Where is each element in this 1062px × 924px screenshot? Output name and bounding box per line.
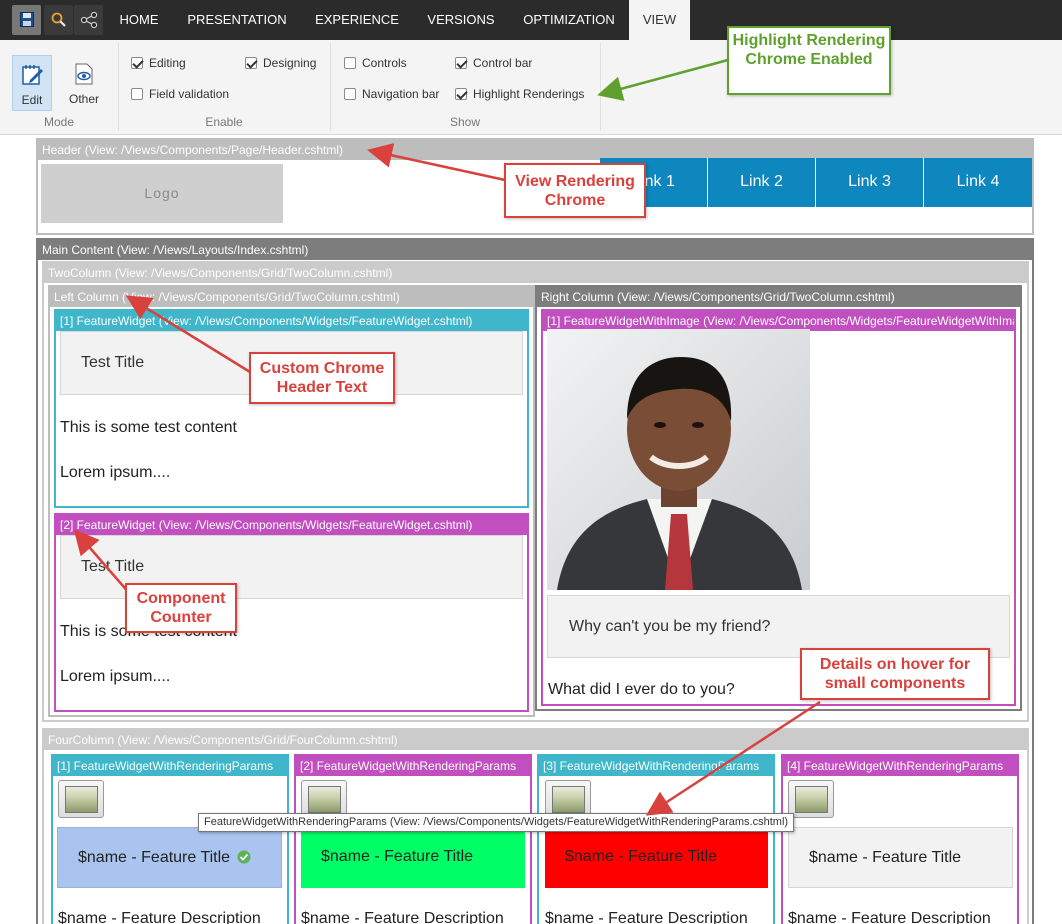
rp-widget-3-title: $name - Feature Title [545, 827, 768, 888]
hover-tooltip: FeatureWidgetWithRenderingParams (View: … [198, 813, 795, 832]
nav-link-2[interactable]: Link 2 [708, 158, 816, 207]
rp-widget-2-chrome-bar[interactable]: [2] FeatureWidgetWithRenderingParams [296, 756, 530, 776]
editing-checkbox[interactable]: Editing [131, 56, 186, 72]
other-label: Other [68, 92, 99, 106]
checkbox-unchecked-icon [131, 88, 143, 100]
editing-label: Editing [149, 56, 186, 70]
image-widget-body: What did I ever do to you? [548, 681, 735, 698]
callout-view-rendering: View Rendering Chrome [504, 163, 646, 218]
save-icon [19, 12, 34, 27]
feature-widget-1-chrome-bar[interactable]: [1] FeatureWidget (View: /Views/Componen… [56, 311, 527, 331]
callout-hover-details: Details on hover for small components [800, 648, 990, 700]
person-photo [547, 329, 810, 590]
field-validation-checkbox[interactable]: Field validation [131, 87, 229, 103]
callout-custom-header: Custom Chrome Header Text [249, 352, 395, 404]
header-chrome-bar[interactable]: Header (View: /Views/Components/Page/Hea… [38, 140, 1032, 160]
tab-optimization[interactable]: OPTIMIZATION [514, 0, 624, 40]
rp-widget-2-title: $name - Feature Title [301, 827, 525, 888]
right-column-chrome-bar[interactable]: Right Column (View: /Views/Components/Gr… [537, 287, 1020, 307]
checkbox-unchecked-icon [344, 88, 356, 100]
check-circle-icon [237, 850, 251, 864]
highlight-renderings-label: Highlight Renderings [473, 87, 585, 101]
tab-experience[interactable]: EXPERIENCE [304, 0, 410, 40]
rp-widget-4-chrome-bar[interactable]: [4] FeatureWidgetWithRenderingParams [783, 756, 1017, 776]
other-button[interactable]: Other [64, 55, 104, 111]
person-portrait-image [547, 329, 810, 590]
field-validation-label: Field validation [149, 87, 230, 101]
control-bar-checkbox[interactable]: Control bar [455, 56, 532, 72]
four-column-chrome-bar[interactable]: FourColumn (View: /Views/Components/Grid… [44, 730, 1027, 750]
checkbox-checked-icon [455, 57, 467, 69]
navigation-bar-checkbox[interactable]: Navigation bar [344, 87, 439, 103]
checkbox-checked-icon [245, 57, 257, 69]
rp-widget-1-title: $name - Feature Title [57, 827, 282, 888]
save-button[interactable] [12, 5, 41, 35]
rp-widget-3-description: $name - Feature Description [545, 910, 748, 924]
checkbox-checked-icon [131, 57, 143, 69]
navigation-bar-label: Navigation bar [362, 87, 440, 101]
tab-home[interactable]: HOME [108, 0, 170, 40]
controls-checkbox[interactable]: Controls [344, 56, 407, 72]
callout-highlight-rendering: Highlight Rendering Chrome Enabled [727, 26, 891, 95]
image-icon[interactable] [58, 780, 104, 818]
widget-1-content: This is some test content [60, 419, 237, 436]
edit-button[interactable]: Edit [12, 55, 52, 111]
top-tab-bar: HOME PRESENTATION EXPERIENCE VERSIONS OP… [0, 0, 1062, 40]
control-bar-label: Control bar [473, 56, 533, 70]
feature-widget-image-chrome-bar[interactable]: [1] FeatureWidgetWithImage (View: /Views… [543, 311, 1014, 331]
two-column-chrome-bar[interactable]: TwoColumn (View: /Views/Components/Grid/… [44, 263, 1027, 283]
checkbox-unchecked-icon [344, 57, 356, 69]
checkbox-checked-icon [455, 88, 467, 100]
image-icon[interactable] [788, 780, 834, 818]
rp-widget-4-description: $name - Feature Description [788, 910, 991, 924]
eye-icon [75, 63, 93, 85]
search-icon [51, 12, 66, 27]
left-column-chrome-bar[interactable]: Left Column (View: /Views/Components/Gri… [50, 287, 533, 307]
rp-widget-3-chrome-bar[interactable]: [3] FeatureWidgetWithRenderingParams [539, 756, 773, 776]
designing-checkbox[interactable]: Designing [245, 56, 316, 72]
nav-link-4[interactable]: Link 4 [924, 158, 1032, 207]
rp-widget-2-description: $name - Feature Description [301, 910, 504, 924]
ribbon: Edit Other Mode Editing Designing Field … [0, 40, 1062, 135]
main-content-chrome-bar[interactable]: Main Content (View: /Views/Layouts/Index… [38, 240, 1032, 260]
rp-widget-1-title-text: $name - Feature Title [78, 849, 231, 866]
rp-widget-1-description: $name - Feature Description [58, 910, 261, 924]
rp-widget-1-chrome-bar[interactable]: [1] FeatureWidgetWithRenderingParams [53, 756, 287, 776]
designing-label: Designing [263, 56, 317, 70]
nav-link-3[interactable]: Link 3 [816, 158, 924, 207]
highlight-renderings-checkbox[interactable]: Highlight Renderings [455, 87, 584, 103]
edit-icon [22, 65, 43, 85]
tab-versions[interactable]: VERSIONS [418, 0, 504, 40]
enable-group-label: Enable [205, 115, 243, 129]
mode-group-label: Mode [43, 115, 75, 129]
share-icon [80, 12, 97, 28]
tab-view[interactable]: VIEW [629, 0, 690, 40]
feature-widget-2-chrome-bar[interactable]: [2] FeatureWidget (View: /Views/Componen… [56, 515, 527, 535]
tab-presentation[interactable]: PRESENTATION [178, 0, 296, 40]
group-separator [600, 43, 601, 131]
widget-1-lorem: Lorem ipsum.... [60, 464, 171, 481]
widget-2-lorem: Lorem ipsum.... [60, 668, 171, 685]
show-group-label: Show [449, 115, 481, 129]
callout-component-counter: Component Counter [125, 583, 237, 633]
share-button[interactable] [74, 5, 103, 35]
controls-label: Controls [362, 56, 407, 70]
search-button[interactable] [44, 5, 73, 35]
logo: Logo [41, 164, 283, 223]
rp-widget-4-title: $name - Feature Title [788, 827, 1013, 888]
edit-label: Edit [21, 93, 43, 107]
